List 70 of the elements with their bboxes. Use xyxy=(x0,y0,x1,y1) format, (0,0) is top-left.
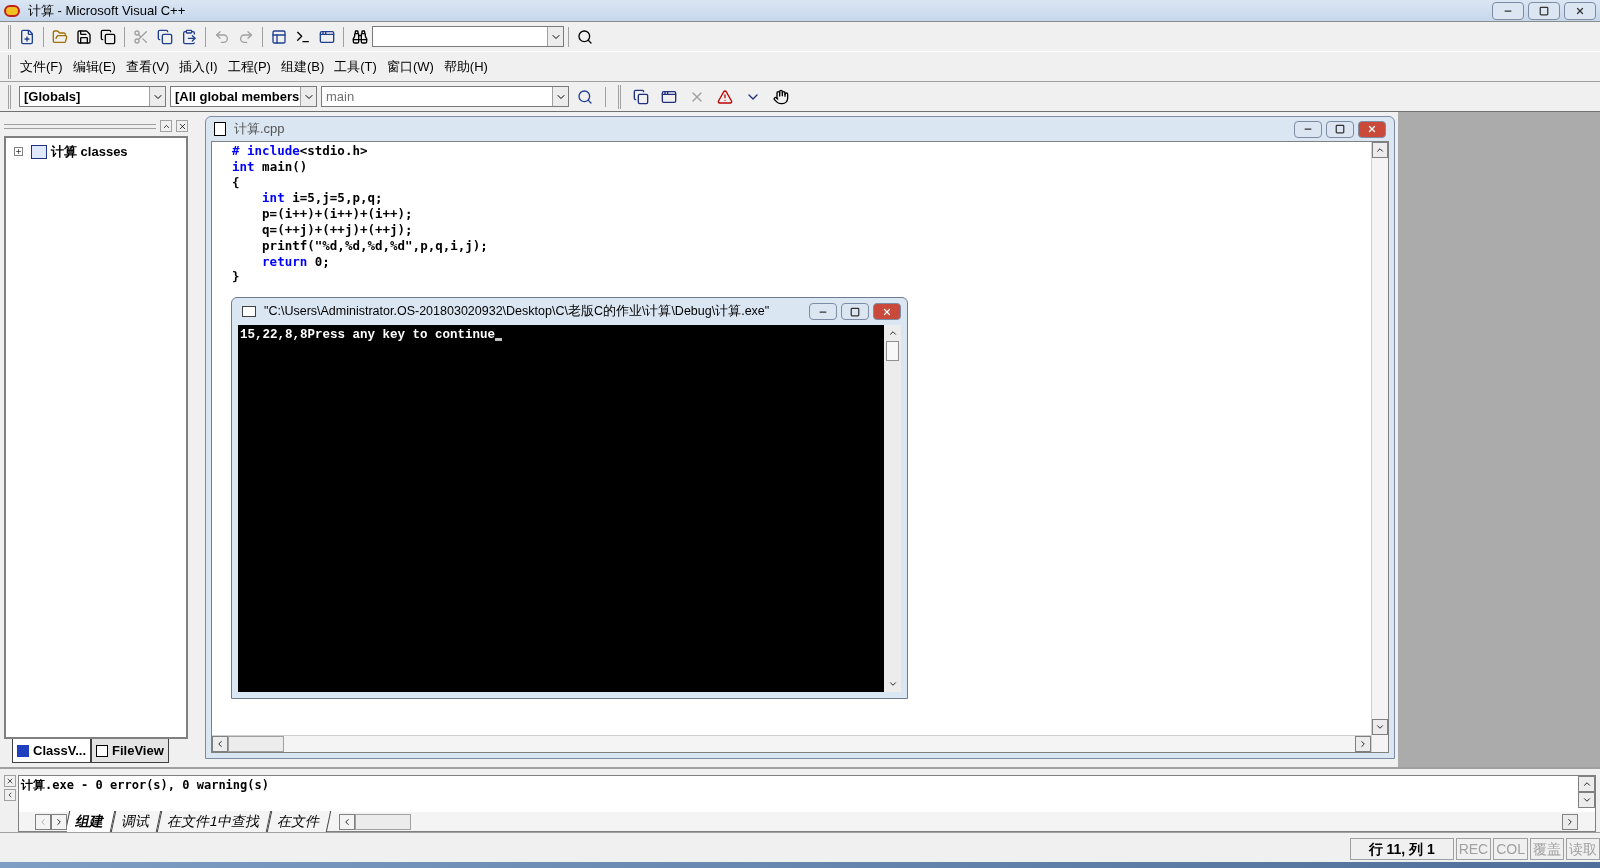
close-icon xyxy=(882,306,892,317)
menu-item[interactable]: 插入(I) xyxy=(174,56,223,77)
code-line: return 0; xyxy=(261,253,330,270)
status-indicator: 覆盖 xyxy=(1530,838,1564,860)
status-indicator: 读取 xyxy=(1566,838,1600,860)
code-line: int main() xyxy=(232,158,308,175)
pane-up-icon[interactable] xyxy=(160,120,172,132)
maximize-icon xyxy=(850,306,860,317)
maximize-icon xyxy=(1335,124,1345,134)
output-tab[interactable]: 在文件1中查找 xyxy=(156,811,272,832)
menu-item[interactable]: 帮助(H) xyxy=(438,56,493,77)
code-line: int i=5,j=5,p,q; xyxy=(261,190,383,207)
horizontal-scrollbar[interactable] xyxy=(212,735,1371,752)
console-title: "C:\Users\Administrator.OS-201803020932\Desktop\C\老版C的作业\计算\Debug\计算.exe" xyxy=(264,303,771,321)
scroll-thumb[interactable] xyxy=(886,341,899,361)
output-tab[interactable]: 组建 xyxy=(67,811,116,832)
maximize-button[interactable] xyxy=(841,303,869,320)
menu-item[interactable]: 工具(T) xyxy=(329,56,382,77)
pane-close-icon[interactable] xyxy=(176,120,188,132)
workspace-tab[interactable]: ClassV... xyxy=(12,739,91,763)
tab-scroll-right-icon[interactable] xyxy=(51,813,67,830)
menu-item[interactable]: 文件(F) xyxy=(15,56,68,77)
classes-icon xyxy=(31,144,47,159)
scroll-thumb[interactable] xyxy=(355,813,411,830)
window-title: 计算 - Microsoft Visual C++ xyxy=(28,1,186,20)
status-indicator: COL xyxy=(1493,838,1528,860)
close-pane-icon[interactable] xyxy=(4,775,16,787)
menu-item[interactable]: 工程(P) xyxy=(222,56,276,77)
close-icon xyxy=(1367,124,1377,134)
code-line: q=(++j)+(++j)+(++j); xyxy=(261,222,413,238)
code-line: # include<stdio.h> xyxy=(232,143,368,159)
text-cursor xyxy=(495,338,503,341)
expand-icon[interactable] xyxy=(14,147,23,157)
tree-item[interactable]: 计算 classes xyxy=(51,142,128,162)
menu-item[interactable]: 组建(B) xyxy=(275,56,330,77)
vertical-scrollbar[interactable] xyxy=(1371,142,1388,752)
code-line: } xyxy=(232,269,240,286)
status-indicator: REC xyxy=(1455,838,1492,860)
maximize-icon xyxy=(1539,5,1549,16)
cursor-position: 行 11, 列 1 xyxy=(1349,838,1454,860)
menu-item[interactable]: 窗口(W) xyxy=(381,56,439,77)
code-line: printf("%d,%d,%d,%d",p,q,i,j); xyxy=(261,237,488,254)
find-combo[interactable] xyxy=(372,26,564,47)
output-tab[interactable]: 在文件 xyxy=(266,811,332,832)
console-output: 15,22,8,8Press any key to continue xyxy=(240,328,496,342)
close-button[interactable] xyxy=(873,303,901,320)
cpp-file-icon xyxy=(214,122,226,136)
tab-scroll-left-icon[interactable] xyxy=(35,813,51,830)
class-view-icon xyxy=(17,744,29,757)
pane-toggle-icon[interactable] xyxy=(4,789,16,801)
close-button[interactable] xyxy=(1358,120,1386,138)
output-tab[interactable]: 调试 xyxy=(110,811,162,832)
console-scrollbar[interactable] xyxy=(884,325,901,692)
menu-item[interactable]: 查看(V) xyxy=(120,56,175,77)
maximize-button[interactable] xyxy=(1528,1,1560,20)
code-line: p=(i++)+(i++)+(i++); xyxy=(261,206,413,222)
close-icon xyxy=(1575,5,1585,16)
editor-title: 计算.cpp xyxy=(234,120,285,139)
menu-item[interactable]: 编辑(E) xyxy=(67,56,121,77)
file-view-icon xyxy=(96,744,108,757)
scroll-thumb[interactable] xyxy=(228,736,284,752)
build-output-text: 计算.exe - 0 error(s), 0 warning(s) xyxy=(19,777,270,794)
filter-combo[interactable]: [All global members xyxy=(170,86,317,107)
class-combo[interactable]: [Globals] xyxy=(19,86,166,107)
app-logo-icon xyxy=(4,4,20,17)
maximize-button[interactable] xyxy=(1326,120,1354,138)
function-combo[interactable]: main xyxy=(321,86,569,107)
console-icon xyxy=(242,306,256,317)
code-line: { xyxy=(232,174,240,191)
workspace-tab[interactable]: FileView xyxy=(91,739,169,763)
